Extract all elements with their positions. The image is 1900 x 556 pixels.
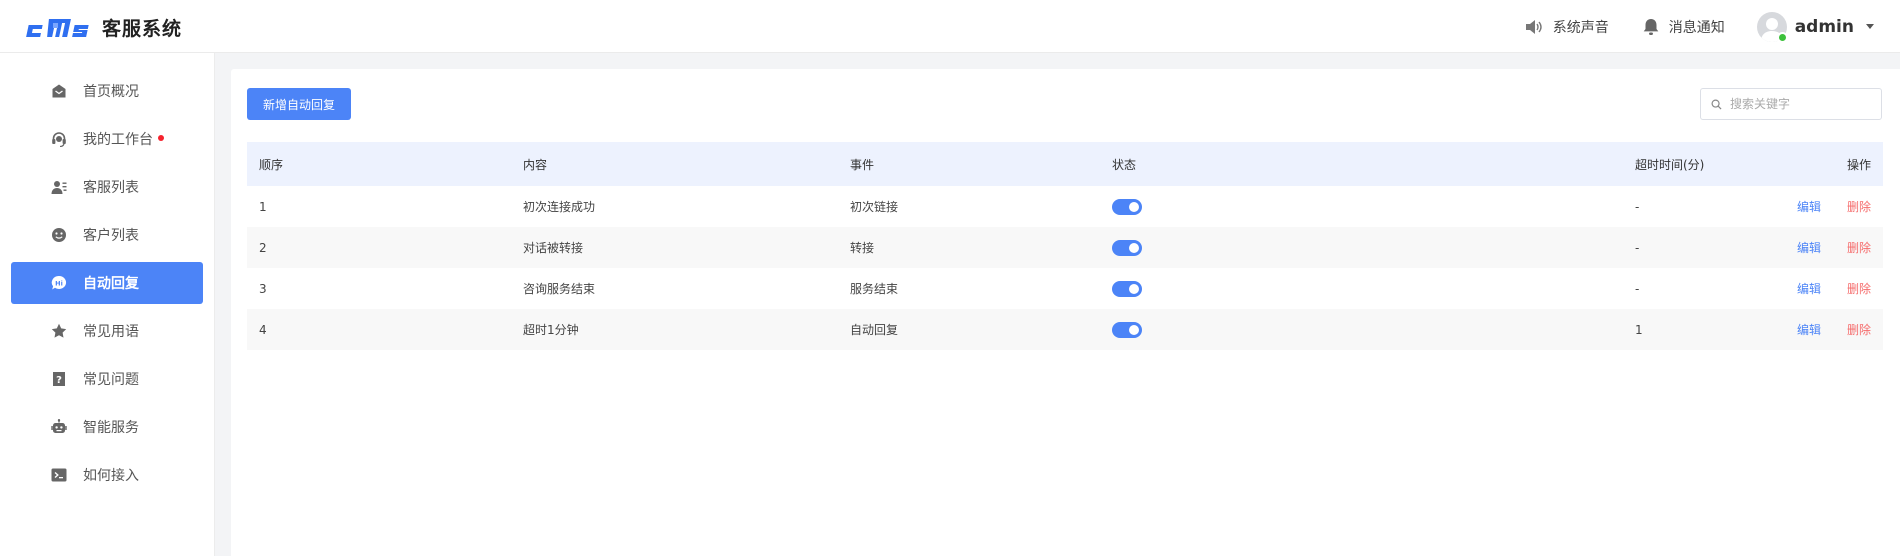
chevron-down-icon [1866, 24, 1874, 29]
auto-reply-icon: Hi [51, 275, 67, 290]
user-name: admin [1794, 16, 1854, 37]
search-input[interactable] [1730, 97, 1870, 111]
cell-order: 4 [259, 322, 267, 337]
cell-timeout: - [1635, 281, 1640, 296]
table-row: 4 超时1分钟 自动回复 1 编辑 删除 [247, 309, 1883, 350]
add-auto-reply-button[interactable]: 新增自动回复 [247, 88, 352, 120]
sidebar-item-label: 我的工作台 [83, 132, 153, 148]
cell-event: 初次链接 [850, 200, 899, 214]
terminal-icon [51, 468, 67, 482]
logo[interactable]: 客服系统 [26, 12, 182, 42]
sidebar-item-customer-list[interactable]: 客户列表 [11, 214, 203, 256]
sidebar-item-label: 常见问题 [83, 372, 139, 388]
sidebar-item-integration[interactable]: 如何接入 [11, 454, 203, 496]
sidebar-item-faq[interactable]: ? 常见问题 [11, 358, 203, 400]
cell-content: 超时1分钟 [523, 323, 579, 337]
status-toggle[interactable] [1112, 198, 1142, 215]
cell-order: 2 [259, 240, 267, 255]
sidebar-item-common-phrases[interactable]: 常见用语 [11, 310, 203, 352]
edit-link[interactable]: 编辑 [1797, 323, 1821, 337]
table-row: 3 咨询服务结束 服务结束 - 编辑 删除 [247, 268, 1883, 309]
cell-event: 服务结束 [850, 282, 899, 296]
star-icon [51, 323, 67, 338]
system-sound-toggle[interactable]: 系统声音 [1525, 17, 1609, 37]
column-header-actions: 操作 [1846, 157, 1871, 172]
auto-reply-table: 顺序 内容 事件 状态 超时时间(分) 操作 1 初次连接成功 初次链接 - 编… [247, 142, 1883, 350]
content-card: 新增自动回复 顺序 内容 事件 状态 超时时间(分) 操作 1 初次连接成功 初… [231, 69, 1900, 556]
app-title: 客服系统 [102, 17, 183, 40]
system-sound-label: 系统声音 [1552, 19, 1609, 36]
notification-toggle[interactable]: 消息通知 [1643, 17, 1725, 37]
svg-text:?: ? [56, 375, 62, 386]
sidebar-item-label: 自动回复 [83, 276, 139, 292]
notification-label: 消息通知 [1668, 19, 1725, 36]
cell-content: 咨询服务结束 [523, 282, 596, 296]
cell-event: 自动回复 [850, 323, 899, 337]
sidebar: 首页概况 我的工作台 客服列表 客户列表 Hi 自动回复 常见用语 ? 常见问题… [0, 53, 215, 556]
edit-link[interactable]: 编辑 [1797, 241, 1821, 255]
headset-icon [52, 132, 66, 147]
status-toggle[interactable] [1112, 239, 1142, 256]
status-toggle[interactable] [1112, 280, 1142, 297]
delete-link[interactable]: 删除 [1847, 200, 1871, 214]
sidebar-item-workbench[interactable]: 我的工作台 [11, 118, 203, 160]
edit-link[interactable]: 编辑 [1797, 282, 1821, 296]
search-icon [1711, 99, 1722, 110]
top-bar: 客服系统 系统声音 消息通知 admin [0, 0, 1900, 53]
unread-dot [158, 135, 164, 141]
speaker-icon [1525, 19, 1542, 34]
cell-content: 初次连接成功 [523, 200, 596, 214]
sidebar-item-smart-service[interactable]: 智能服务 [11, 406, 203, 448]
table-row: 2 对话被转接 转接 - 编辑 删除 [247, 227, 1883, 268]
edit-link[interactable]: 编辑 [1797, 200, 1821, 214]
cell-timeout: 1 [1635, 322, 1643, 337]
cell-order: 1 [259, 199, 267, 214]
sidebar-item-home[interactable]: 首页概况 [11, 70, 203, 112]
delete-link[interactable]: 删除 [1847, 282, 1871, 296]
table-row: 1 初次连接成功 初次链接 - 编辑 删除 [247, 186, 1883, 227]
cell-timeout: - [1635, 199, 1640, 214]
column-header-order: 顺序 [259, 157, 284, 172]
status-toggle[interactable] [1112, 321, 1142, 338]
svg-text:Hi: Hi [55, 279, 63, 287]
cell-order: 3 [259, 281, 267, 296]
bell-icon [1643, 18, 1659, 35]
table-header-row: 顺序 内容 事件 状态 超时时间(分) 操作 [247, 142, 1883, 186]
search-box[interactable] [1700, 88, 1882, 120]
cell-timeout: - [1635, 240, 1640, 255]
sidebar-item-label: 客户列表 [83, 228, 139, 244]
sidebar-item-label: 常见用语 [83, 324, 139, 340]
sidebar-item-label: 如何接入 [83, 468, 139, 484]
online-status-dot [1776, 31, 1788, 43]
delete-link[interactable]: 删除 [1847, 241, 1871, 255]
home-icon [52, 84, 66, 98]
customer-icon [52, 228, 66, 242]
sidebar-item-label: 客服列表 [83, 180, 139, 196]
robot-icon [51, 419, 67, 433]
sidebar-item-label: 智能服务 [83, 420, 139, 436]
sidebar-item-label: 首页概况 [83, 84, 139, 100]
column-header-event: 事件 [850, 157, 875, 172]
column-header-timeout: 超时时间(分) [1635, 157, 1705, 172]
column-header-content: 内容 [523, 157, 548, 172]
column-header-status: 状态 [1112, 157, 1137, 172]
cell-event: 转接 [850, 241, 875, 255]
cell-content: 对话被转接 [523, 241, 584, 255]
user-menu[interactable]: admin [1756, 11, 1874, 43]
delete-link[interactable]: 删除 [1847, 323, 1871, 337]
agent-list-icon [51, 181, 67, 194]
sidebar-item-auto-reply[interactable]: Hi 自动回复 [11, 262, 203, 304]
question-icon: ? [53, 372, 65, 386]
logo-mark-icon [26, 14, 92, 40]
sidebar-item-agent-list[interactable]: 客服列表 [11, 166, 203, 208]
